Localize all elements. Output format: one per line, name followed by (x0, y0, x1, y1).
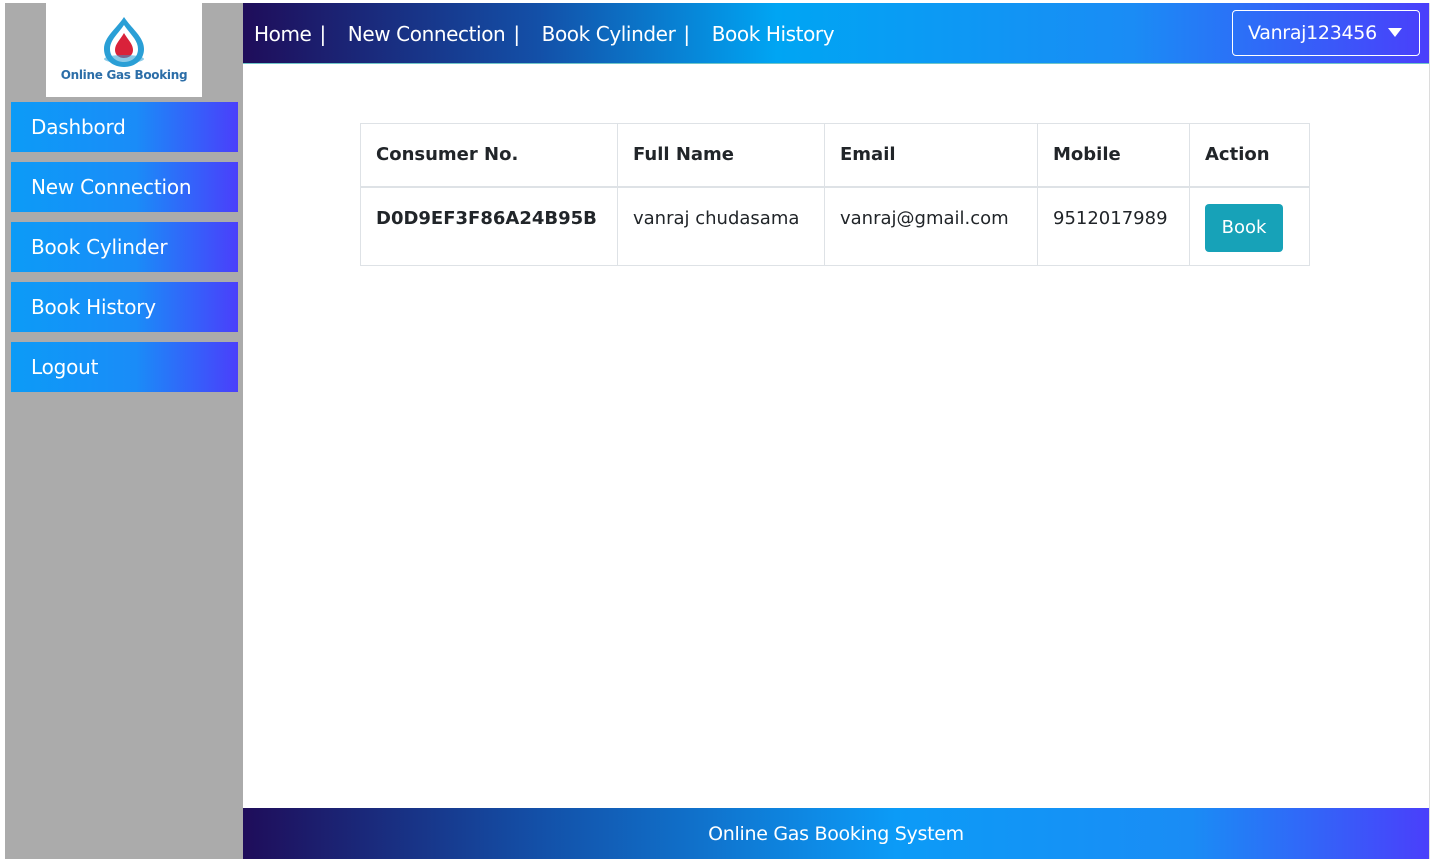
sidebar-item-book-history[interactable]: Book History (11, 282, 238, 332)
cell-mobile: 9512017989 (1037, 186, 1190, 266)
column-header-consumer-no: Consumer No. (360, 123, 618, 188)
cell-action: Book (1189, 186, 1310, 266)
logo: Online Gas Booking (46, 3, 202, 97)
nav-separator: | (319, 22, 326, 46)
cell-full-name: vanraj chudasama (617, 186, 825, 266)
cell-email: vanraj@gmail.com (824, 186, 1038, 266)
nav-link-home[interactable]: Home (254, 22, 312, 46)
caret-down-icon (1388, 28, 1402, 37)
consumer-table: Consumer No. Full Name Email Mobile Acti… (360, 123, 1310, 266)
nav-separator: | (513, 22, 520, 46)
column-header-mobile: Mobile (1037, 123, 1190, 188)
nav-separator: | (683, 22, 690, 46)
top-nav-links: Home | New Connection | Book Cylinder | Boo… (254, 3, 850, 63)
sidebar-item-logout[interactable]: Logout (11, 342, 238, 392)
nav-link-book-history[interactable]: Book History (712, 22, 835, 46)
gas-flame-logo-icon (104, 17, 144, 67)
table-header-row: Consumer No. Full Name Email Mobile Acti… (360, 123, 1310, 188)
footer: Online Gas Booking System (243, 808, 1429, 859)
nav-link-book-cylinder[interactable]: Book Cylinder (542, 22, 676, 46)
column-header-full-name: Full Name (617, 123, 825, 188)
sidebar-item-book-cylinder[interactable]: Book Cylinder (11, 222, 238, 272)
cell-consumer-no: D0D9EF3F86A24B95B (360, 186, 618, 266)
user-name: Vanraj123456 (1248, 22, 1377, 44)
table-row: D0D9EF3F86A24B95B vanraj chudasama vanra… (360, 186, 1310, 266)
sidebar-item-dashboard[interactable]: Dashbord (11, 102, 238, 152)
user-menu-button[interactable]: Vanraj123456 (1232, 10, 1420, 56)
sidebar-item-new-connection[interactable]: New Connection (11, 162, 238, 212)
column-header-email: Email (824, 123, 1038, 188)
logo-text: Online Gas Booking (60, 68, 188, 82)
top-navbar: Home | New Connection | Book Cylinder | Boo… (243, 3, 1429, 64)
book-button[interactable]: Book (1205, 204, 1283, 252)
app-frame: Online Gas Booking Dashbord New Connecti… (5, 3, 1430, 859)
column-header-action: Action (1189, 123, 1310, 188)
nav-link-new-connection[interactable]: New Connection (348, 22, 506, 46)
sidebar: Online Gas Booking Dashbord New Connecti… (5, 3, 243, 859)
